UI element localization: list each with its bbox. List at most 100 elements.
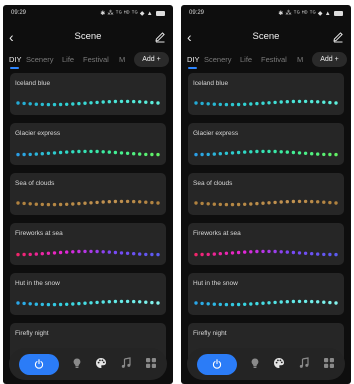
color-dot <box>230 202 235 207</box>
scene-card[interactable]: Glacier express <box>10 123 166 165</box>
color-dot <box>261 301 265 305</box>
color-dot <box>297 99 302 104</box>
tab-diy[interactable]: DIY <box>9 55 22 64</box>
color-dot <box>77 201 81 206</box>
scene-card[interactable]: Sea of clouds <box>10 173 166 215</box>
color-dot <box>236 150 241 155</box>
color-dots-preview <box>16 99 160 107</box>
color-dot <box>58 302 63 307</box>
palette-icon[interactable] <box>273 357 285 369</box>
edit-icon[interactable] <box>332 31 344 43</box>
color-dot <box>212 202 216 206</box>
phone-screen-left: 09:29 ✱ ⁂ ᵀᴳ ᴴᴰ ᵀᴳ ◆ ▲ ‹ Scene DIY Scene… <box>3 5 173 384</box>
color-dot <box>89 101 93 105</box>
color-dot <box>40 252 44 256</box>
color-dot <box>58 150 63 155</box>
scene-card[interactable]: Hut in the snow <box>188 273 344 315</box>
color-dot <box>132 299 136 304</box>
color-dot <box>200 101 204 106</box>
music-icon[interactable] <box>120 357 132 369</box>
color-dot <box>83 201 87 205</box>
color-dot <box>150 300 154 305</box>
color-dot <box>138 152 142 156</box>
color-dot <box>218 152 222 156</box>
tab-scenery[interactable]: Scenery <box>26 55 54 64</box>
color-dot <box>322 200 326 204</box>
color-dot <box>119 299 124 304</box>
color-dot <box>297 251 302 255</box>
active-tab-indicator <box>10 67 19 69</box>
add-scene-button[interactable]: Add + <box>312 52 347 67</box>
battery-icon <box>156 10 165 16</box>
tab-more[interactable]: M <box>297 55 303 64</box>
active-tab-indicator <box>188 67 197 69</box>
color-dots-preview <box>16 299 160 307</box>
tab-life[interactable]: Life <box>62 55 74 64</box>
bottom-nav <box>187 348 345 380</box>
color-dot <box>316 200 320 204</box>
tab-festival[interactable]: Festival <box>83 55 109 64</box>
palette-icon[interactable] <box>95 357 107 369</box>
color-dot <box>285 100 289 104</box>
tab-festival[interactable]: Festival <box>261 55 287 64</box>
color-dot <box>224 151 229 155</box>
color-dot <box>273 100 277 105</box>
color-dot <box>119 199 124 204</box>
scene-card[interactable]: Iceland blue <box>188 73 344 115</box>
color-dot <box>194 101 198 105</box>
color-dot <box>243 102 247 106</box>
color-dot <box>40 102 44 107</box>
power-icon <box>34 359 44 369</box>
scene-card[interactable]: Glacier express <box>188 123 344 165</box>
bulb-icon[interactable] <box>71 357 83 369</box>
color-dot <box>125 99 130 104</box>
scene-card[interactable]: Iceland blue <box>10 73 166 115</box>
color-dot <box>218 102 222 107</box>
color-dot <box>34 152 38 156</box>
nav-power-button[interactable] <box>19 354 59 375</box>
scene-card[interactable]: Fireworks at sea <box>10 223 166 265</box>
color-dot <box>28 152 32 157</box>
color-dot <box>236 250 241 255</box>
grid-icon[interactable] <box>145 357 157 369</box>
color-dot <box>119 251 124 255</box>
color-dot <box>291 150 296 155</box>
color-dot <box>132 252 136 256</box>
color-dot <box>261 101 265 105</box>
scene-card[interactable]: Fireworks at sea <box>188 223 344 265</box>
color-dot <box>285 300 289 304</box>
tab-diy[interactable]: DIY <box>187 55 200 64</box>
nav-power-button[interactable] <box>197 354 237 375</box>
tab-life[interactable]: Life <box>240 55 252 64</box>
add-scene-button[interactable]: Add + <box>134 52 169 67</box>
color-dot <box>83 149 87 154</box>
color-dot <box>83 249 87 254</box>
music-icon[interactable] <box>298 357 310 369</box>
color-dot <box>101 300 105 304</box>
grid-icon[interactable] <box>323 357 335 369</box>
color-dot <box>144 152 148 157</box>
color-dot <box>243 302 247 306</box>
page-title: Scene <box>74 31 102 42</box>
color-dot <box>101 250 105 254</box>
bulb-icon[interactable] <box>249 357 261 369</box>
color-dot <box>40 152 44 156</box>
color-dot <box>77 301 81 306</box>
tab-scenery[interactable]: Scenery <box>204 55 232 64</box>
edit-icon[interactable] <box>154 31 166 43</box>
color-dot <box>89 201 93 205</box>
color-dots-preview <box>194 299 338 307</box>
tab-more[interactable]: M <box>119 55 125 64</box>
scene-card[interactable]: Sea of clouds <box>188 173 344 215</box>
scene-card[interactable]: Hut in the snow <box>10 273 166 315</box>
status-bar: 09:29 ✱ ⁂ ᵀᴳ ᴴᴰ ᵀᴳ ◆ ▲ <box>181 8 351 20</box>
color-dot <box>249 202 253 206</box>
color-dot <box>52 251 57 255</box>
color-dot <box>255 249 259 254</box>
color-dot <box>107 250 112 254</box>
color-dot <box>119 151 124 155</box>
color-dot <box>303 299 308 304</box>
color-dot <box>52 151 57 155</box>
color-dot <box>22 152 26 157</box>
color-dot <box>144 252 148 257</box>
